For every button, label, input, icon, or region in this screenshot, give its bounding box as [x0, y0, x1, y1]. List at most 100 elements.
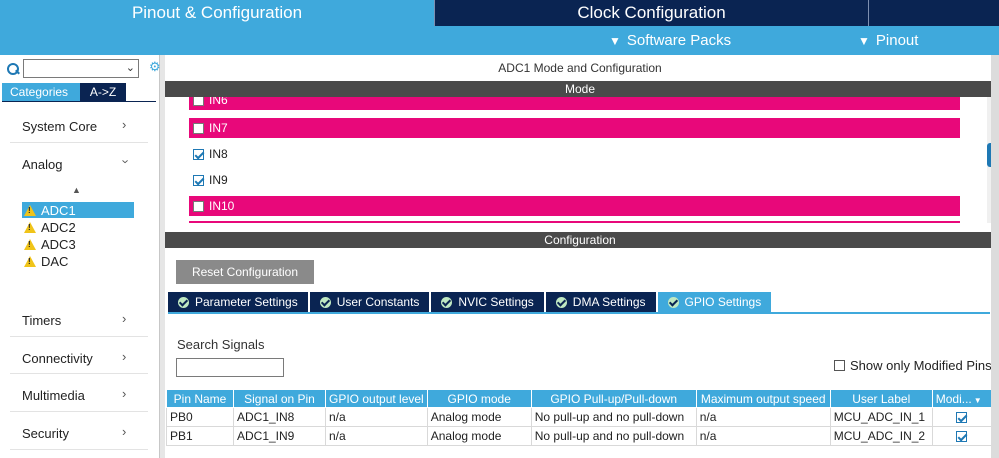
sort-down-icon[interactable]: ▼: [974, 396, 982, 405]
warning-icon: [24, 255, 36, 267]
mode-row-in7[interactable]: IN7: [189, 118, 960, 138]
peripheral-label: ADC1: [41, 202, 76, 218]
tab-a-z[interactable]: A->Z: [80, 83, 126, 101]
peripheral-adc3[interactable]: ADC3: [22, 236, 134, 252]
column-header-label: Modi...: [935, 391, 972, 406]
search-icon[interactable]: [6, 62, 20, 76]
cell-pin-name: PB0: [166, 407, 234, 427]
chevron-down-icon: ▼: [609, 33, 621, 48]
category-connectivity[interactable]: Connectivity: [22, 351, 93, 366]
peripheral-dac[interactable]: DAC: [22, 253, 134, 269]
sub-menu-bar: ▼ Software Packs ▼ Pinout: [0, 26, 999, 55]
tab-gpio-settings[interactable]: GPIO Settings: [657, 292, 772, 312]
mode-row-in9[interactable]: IN9: [189, 170, 960, 190]
chevron-down-icon[interactable]: ›: [119, 159, 134, 163]
peripheral-label: DAC: [41, 253, 69, 269]
checkbox[interactable]: [193, 200, 204, 212]
cell-output-level: n/a: [325, 426, 428, 446]
column-header[interactable]: Signal on Pin: [233, 389, 326, 408]
tab-pinout-configuration[interactable]: Pinout & Configuration: [0, 0, 434, 26]
check-circle-icon: [178, 296, 189, 308]
tab-clock-configuration[interactable]: Clock Configuration: [434, 0, 868, 26]
cell-gpio-mode: Analog mode: [426, 407, 532, 427]
page-title: ADC1 Mode and Configuration: [498, 61, 662, 75]
sidebar: ⌄ ⚙ Categories A->Z System Core › Analog…: [0, 55, 161, 458]
cell-user-label: MCU_ADC_IN_2: [829, 426, 933, 446]
table-row[interactable]: PB1 ADC1_IN9 n/a Analog mode No pull-up …: [166, 426, 992, 446]
right-scrollbar[interactable]: [991, 55, 999, 458]
table-row[interactable]: PB0 ADC1_IN8 n/a Analog mode No pull-up …: [166, 407, 992, 427]
cell-speed: n/a: [695, 407, 831, 427]
chevron-right-icon[interactable]: ›: [122, 349, 126, 364]
peripheral-label: ADC3: [41, 236, 76, 252]
check-circle-icon: [441, 296, 453, 308]
divider: [10, 449, 148, 450]
category-tabs-underline: [2, 101, 156, 102]
mode-row-in8[interactable]: IN8: [189, 144, 960, 164]
mode-row-label: IN7: [209, 121, 228, 135]
cell-modified: [931, 407, 992, 427]
tab-label: GPIO Settings: [684, 295, 762, 309]
software-packs-menu[interactable]: ▼ Software Packs: [609, 26, 731, 55]
tab-label: User Constants: [336, 295, 420, 309]
tab-parameter-settings[interactable]: Parameter Settings: [168, 292, 308, 312]
column-header[interactable]: GPIO mode: [426, 389, 532, 408]
checkbox-checked[interactable]: [193, 148, 204, 160]
search-signals-input[interactable]: [176, 358, 284, 377]
cell-user-label: MCU_ADC_IN_1: [829, 407, 933, 427]
sort-up-icon[interactable]: ▲: [72, 185, 81, 195]
category-security[interactable]: Security: [22, 426, 69, 441]
search-combo[interactable]: ⌄: [23, 59, 139, 78]
chevron-down-icon[interactable]: ⌄: [126, 61, 135, 74]
checkbox[interactable]: [193, 97, 204, 106]
software-packs-label: Software Packs: [626, 32, 732, 49]
column-header[interactable]: User Label: [829, 389, 933, 408]
mode-row-partial: [189, 221, 960, 223]
configuration-header: Configuration: [165, 232, 995, 248]
column-header-modified[interactable]: Modi... ▼: [931, 389, 992, 408]
reset-configuration-button[interactable]: Reset Configuration: [176, 260, 314, 284]
chevron-right-icon[interactable]: ›: [122, 117, 126, 132]
chevron-right-icon[interactable]: ›: [122, 386, 126, 401]
category-timers[interactable]: Timers: [22, 313, 61, 328]
peripheral-adc2[interactable]: ADC2: [22, 219, 134, 235]
configuration-tabs: Parameter Settings User Constants NVIC S…: [168, 292, 773, 312]
main-panel: ADC1 Mode and Configuration Mode IN6 IN7…: [165, 55, 999, 458]
category-analog[interactable]: Analog: [22, 157, 62, 172]
checkbox-checked[interactable]: [956, 412, 968, 424]
checkbox[interactable]: [834, 360, 845, 371]
category-multimedia[interactable]: Multimedia: [22, 388, 85, 403]
cell-signal: ADC1_IN8: [233, 407, 326, 427]
chevron-right-icon[interactable]: ›: [122, 311, 126, 326]
mode-row-in10[interactable]: IN10: [189, 196, 960, 216]
chevron-right-icon[interactable]: ›: [122, 424, 126, 439]
tab-user-constants[interactable]: User Constants: [309, 292, 430, 312]
checkbox-checked[interactable]: [193, 174, 204, 186]
warning-icon: [24, 221, 36, 233]
divider: [10, 373, 148, 374]
cell-gpio-mode: Analog mode: [426, 426, 532, 446]
column-header[interactable]: Pin Name: [166, 389, 234, 408]
gear-icon[interactable]: ⚙: [149, 59, 161, 75]
top-tabs: Pinout & Configuration Clock Configurati…: [0, 0, 999, 26]
category-system-core[interactable]: System Core: [22, 119, 97, 134]
column-header[interactable]: GPIO Pull-up/Pull-down: [530, 389, 697, 408]
pinout-menu[interactable]: ▼ Pinout: [858, 26, 918, 55]
show-modified-pins-toggle[interactable]: Show only Modified Pins: [834, 358, 992, 373]
column-header[interactable]: GPIO output level: [325, 389, 428, 408]
tab-dma-settings[interactable]: DMA Settings: [545, 292, 656, 312]
checkbox-checked[interactable]: [956, 431, 968, 443]
search-signals-label: Search Signals: [177, 337, 265, 352]
tab-label: NVIC Settings: [458, 295, 534, 309]
tab-nvic-settings[interactable]: NVIC Settings: [431, 292, 544, 312]
chevron-down-icon: ▼: [858, 33, 870, 48]
column-header[interactable]: Maximum output speed: [695, 389, 831, 408]
mode-row-in6[interactable]: IN6: [189, 97, 960, 110]
divider: [10, 411, 148, 412]
signals-table: Pin Name Signal on Pin GPIO output level…: [166, 389, 992, 446]
checkbox[interactable]: [193, 122, 204, 134]
peripheral-adc1[interactable]: ADC1: [22, 202, 134, 218]
divider: [10, 336, 148, 337]
tab-categories[interactable]: Categories: [2, 83, 80, 101]
peripheral-label: ADC2: [41, 219, 76, 235]
